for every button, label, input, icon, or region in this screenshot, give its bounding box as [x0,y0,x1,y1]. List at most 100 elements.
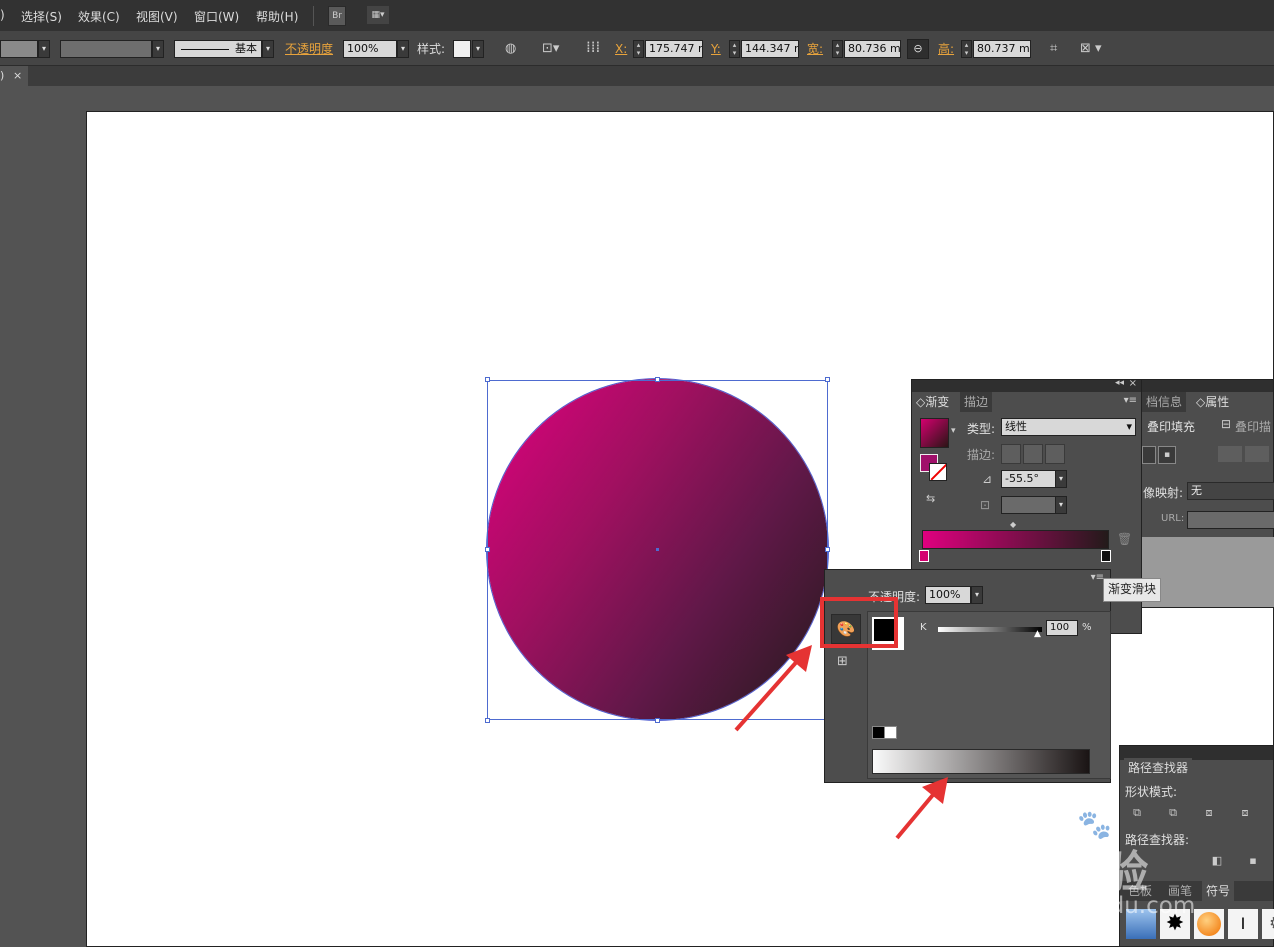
swatches-grid-icon[interactable]: ⊞ [837,654,848,669]
symbol-cursor-icon[interactable]: I [1228,909,1258,939]
workspace-switcher-icon[interactable]: ▦▾ [367,6,389,24]
panel-title-bar [1142,380,1273,392]
fill-swatch[interactable] [0,40,38,58]
midpoint-diamond-icon[interactable]: ◆ [1010,520,1016,529]
stroke-style-field[interactable]: 基本 [174,40,262,58]
resize-handle-left[interactable] [485,547,490,552]
chevron-down-icon[interactable]: ▾ [951,426,956,436]
overprint-fill-checkbox-row[interactable]: 叠印填充 [1147,418,1219,434]
document-tab[interactable]: ) × [0,66,28,86]
type-select[interactable]: 线性 ▾ [1001,418,1136,436]
url-field[interactable] [1187,511,1274,529]
width-field[interactable]: 80.736 mi [844,40,901,58]
aspect-ratio-field[interactable] [1001,496,1056,514]
exclude-icon[interactable]: ⧈ [1238,806,1252,820]
menu-item-effect[interactable]: 效果(C) [78,8,120,25]
bridge-button[interactable]: Br [328,6,346,26]
transform-icon[interactable]: ⌗ [1050,40,1057,58]
x-field[interactable]: 175.747 r [645,40,703,58]
height-stepper-icon[interactable]: ▴ ▾ [961,40,972,58]
opacity-label[interactable]: 不透明度 [285,40,333,58]
style-dropdown-icon[interactable]: ▾ [472,40,484,58]
merge-icon[interactable]: ◧ [1210,854,1224,868]
menu-separator [313,6,314,26]
menu-item-view[interactable]: 视图(V) [136,8,178,25]
k-slider-track[interactable] [938,627,1042,632]
tab-stroke[interactable]: 描边 [960,392,993,412]
width-stepper-icon[interactable]: ▴ ▾ [832,40,843,58]
white-swatch[interactable] [884,726,897,739]
intersect-icon[interactable]: ⧈ [1202,806,1216,820]
stroke-weight-dropdown-icon[interactable]: ▾ [152,40,164,58]
stroke-style-dropdown-icon[interactable]: ▾ [262,40,274,58]
recolor-icon[interactable]: ◍ [505,40,516,58]
close-icon[interactable]: × [13,66,22,86]
center-mark-hide-icon[interactable] [1142,446,1156,464]
height-field[interactable]: 80.737 mi [973,40,1031,58]
center-mark-show-icon[interactable]: ▪ [1158,446,1176,464]
resize-handle-bottom-left[interactable] [485,718,490,723]
reference-point-icon[interactable]: ⁞⁞⁞ [586,38,600,56]
k-value-field[interactable]: 100 [1046,620,1078,636]
stroke-within-icon[interactable] [1001,444,1021,464]
gradient-stop-left[interactable] [919,550,929,562]
style-swatch[interactable] [453,40,471,58]
x-stepper-icon[interactable]: ▴ ▾ [633,40,644,58]
fill-dropdown-icon[interactable]: ▾ [38,40,50,58]
grayscale-spectrum-bar[interactable] [872,749,1090,774]
reverse-path-direction-off-icon[interactable] [1218,446,1242,462]
stroke-along-icon[interactable] [1023,444,1043,464]
resize-handle-right[interactable] [825,547,830,552]
resize-handle-top-left[interactable] [485,377,490,382]
aspect-ratio-dropdown-icon[interactable]: ▾ [1055,496,1067,514]
stroke-swatch[interactable] [929,463,947,481]
stop-opacity-field[interactable]: 100% [925,586,971,604]
symbol-orange-circle-tile[interactable] [1194,909,1224,939]
delete-stop-icon[interactable]: 🗑 [1117,532,1132,546]
gradient-preview-swatch[interactable] [920,418,949,448]
tab-gradient[interactable]: ◇渐变 [912,392,954,412]
menu-item-select[interactable]: 选择(S) [21,8,62,25]
tab-attributes[interactable]: ◇属性 [1192,392,1234,412]
reverse-path-direction-on-icon[interactable] [1245,446,1269,462]
menu-item-window[interactable]: 窗口(W) [194,8,239,25]
menu-item-file-tail[interactable]: ) [0,8,5,22]
isolate-icon[interactable]: ⊠ ▾ [1080,40,1102,58]
align-icon[interactable]: ⊡▾ [542,40,559,58]
crop-icon[interactable]: ▪ [1246,854,1260,868]
opacity-field[interactable]: 100% [343,40,397,58]
tab-document-info[interactable]: 档信息 [1142,392,1187,412]
popup-menu-icon[interactable]: ▾≡ [1091,572,1104,583]
k-slider-thumb-icon[interactable]: ▲ [1034,629,1041,639]
resize-handle-bottom[interactable] [655,718,660,723]
angle-dropdown-icon[interactable]: ▾ [1055,470,1067,488]
resize-handle-top[interactable] [655,377,660,382]
collapse-icon[interactable]: ◂◂ [1115,378,1124,388]
opacity-dropdown-icon[interactable]: ▾ [397,40,409,58]
menu-item-help[interactable]: 帮助(H) [256,8,298,25]
stroke-weight-field[interactable] [60,40,152,58]
gradient-slider-bar[interactable] [922,530,1109,549]
panel-menu-icon[interactable]: ▾≡ [1124,395,1137,406]
minus-front-icon[interactable]: ⧉ [1166,806,1180,820]
overprint-stroke-checkbox-icon[interactable]: ⊟ [1221,417,1231,431]
constrain-link-icon[interactable]: ⊖ [907,39,929,59]
reverse-gradient-icon[interactable]: ⇆ [926,492,935,505]
resize-handle-top-right[interactable] [825,377,830,382]
stroke-across-icon[interactable] [1045,444,1065,464]
stop-opacity-dropdown-icon[interactable]: ▾ [971,586,983,604]
document-tab-bar [0,66,1274,86]
angle-field[interactable]: -55.5° [1001,470,1056,488]
y-stepper-icon[interactable]: ▴ ▾ [729,40,740,58]
unite-icon[interactable]: ⧉ [1130,806,1144,820]
chevron-down-icon: ▾ [1126,420,1132,433]
tab-symbols[interactable]: 符号 [1202,881,1235,901]
center-point [656,548,659,551]
gradient-stop-right[interactable] [1101,550,1111,562]
y-field[interactable]: 144.347 r [741,40,799,58]
symbol-gear-icon[interactable]: ⚙ [1262,909,1274,939]
url-list-area[interactable] [1142,537,1274,607]
tab-pathfinder[interactable]: 路径查找器 [1124,758,1193,778]
close-icon[interactable]: × [1129,378,1137,389]
image-map-select[interactable]: 无 [1187,482,1274,500]
